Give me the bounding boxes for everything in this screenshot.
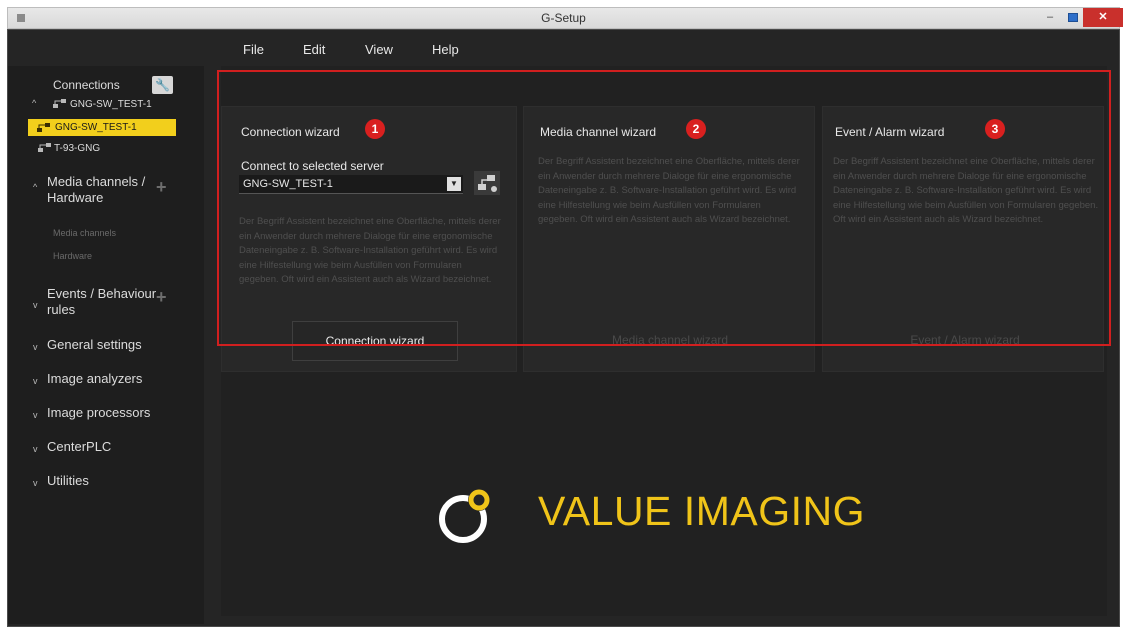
wizard-description: Der Begriff Assistent bezeichnet eine Ob… bbox=[239, 216, 501, 285]
collapse-chevron-icon[interactable]: ^ bbox=[32, 98, 36, 108]
connections-heading: Connections bbox=[53, 78, 120, 92]
menu-view[interactable]: View bbox=[365, 42, 393, 57]
panel-title: Connection wizard bbox=[241, 125, 340, 139]
menu-help[interactable]: Help bbox=[432, 42, 459, 57]
server-item-selected[interactable]: GNG-SW_TEST-1 bbox=[28, 119, 176, 136]
step-badge: 3 bbox=[985, 119, 1005, 139]
server-icon bbox=[37, 123, 50, 132]
menu-bar: File Edit View Help bbox=[8, 34, 1119, 62]
wizard-description: Der Begriff Assistent bezeichnet eine Ob… bbox=[833, 156, 1099, 225]
section-media-channels-line2[interactable]: Hardware bbox=[47, 190, 103, 205]
sidebar: Connections 🔧 ^ GNG-SW_TEST-1 GNG-SW_TES… bbox=[8, 66, 204, 624]
step-badge: 1 bbox=[365, 119, 385, 139]
menu-edit[interactable]: Edit bbox=[303, 42, 325, 57]
window-titlebar: G-Setup ‒ ✕ bbox=[7, 7, 1123, 29]
section-image-processors[interactable]: Image processors bbox=[47, 405, 150, 420]
server-select[interactable]: GNG-SW_TEST-1 ▼ bbox=[239, 175, 463, 194]
expand-chevron-icon[interactable]: v bbox=[33, 444, 38, 454]
wizard-description: Der Begriff Assistent bezeichnet eine Ob… bbox=[538, 156, 800, 225]
wrench-icon: 🔧 bbox=[155, 78, 170, 92]
event-alarm-wizard-panel: Event / Alarm wizard 3 Der Begriff Assis… bbox=[822, 106, 1104, 372]
server-select-value: GNG-SW_TEST-1 bbox=[243, 178, 333, 190]
connect-label: Connect to selected server bbox=[241, 159, 384, 173]
expand-chevron-icon[interactable]: v bbox=[33, 342, 38, 352]
close-button[interactable]: ✕ bbox=[1083, 8, 1123, 27]
media-channel-wizard-button[interactable]: Media channel wizard bbox=[588, 321, 752, 359]
collapse-chevron-icon[interactable]: ^ bbox=[33, 182, 37, 192]
sub-item-media-channels[interactable]: Media channels bbox=[53, 228, 116, 238]
server-item-label[interactable]: T-93-GNG bbox=[54, 143, 100, 154]
sub-item-hardware[interactable]: Hardware bbox=[53, 251, 92, 261]
window-title: G-Setup bbox=[541, 11, 586, 25]
server-icon bbox=[53, 99, 66, 108]
network-icon[interactable] bbox=[474, 171, 500, 195]
event-alarm-wizard-button[interactable]: Event / Alarm wizard bbox=[883, 321, 1047, 359]
section-events-line1[interactable]: Events / Behaviour bbox=[47, 286, 156, 301]
expand-chevron-icon[interactable]: v bbox=[33, 376, 38, 386]
section-utilities[interactable]: Utilities bbox=[47, 473, 89, 488]
value-imaging-logo-icon bbox=[439, 489, 490, 543]
server-group-label[interactable]: GNG-SW_TEST-1 bbox=[70, 99, 152, 110]
section-media-channels-line1[interactable]: Media channels / bbox=[47, 174, 145, 189]
connection-wizard-button[interactable]: Connection wizard bbox=[292, 321, 458, 361]
panel-title: Event / Alarm wizard bbox=[835, 125, 945, 139]
app-window: File Edit View Help Connections 🔧 ^ GNG-… bbox=[7, 29, 1120, 627]
add-event-rule-icon[interactable]: + bbox=[156, 287, 167, 308]
connection-settings-button[interactable]: 🔧 bbox=[152, 76, 173, 94]
expand-chevron-icon[interactable]: v bbox=[33, 478, 38, 488]
section-events-line2[interactable]: rules bbox=[47, 302, 75, 317]
expand-chevron-icon[interactable]: v bbox=[33, 300, 38, 310]
server-item-label: GNG-SW_TEST-1 bbox=[55, 122, 137, 133]
panel-title: Media channel wizard bbox=[540, 125, 657, 139]
server-icon bbox=[38, 143, 51, 152]
minimize-button[interactable]: ‒ bbox=[1042, 8, 1058, 27]
section-image-analyzers[interactable]: Image analyzers bbox=[47, 371, 142, 386]
section-centerplc[interactable]: CenterPLC bbox=[47, 439, 111, 454]
connection-wizard-panel: Connection wizard 1 Connect to selected … bbox=[221, 106, 517, 372]
media-channel-wizard-panel: Media channel wizard 2 Der Begriff Assis… bbox=[523, 106, 815, 372]
expand-chevron-icon[interactable]: v bbox=[33, 410, 38, 420]
menu-file[interactable]: File bbox=[243, 42, 264, 57]
close-icon: ✕ bbox=[1098, 11, 1108, 23]
step-badge: 2 bbox=[686, 119, 706, 139]
maximize-icon bbox=[1068, 13, 1078, 22]
section-general-settings[interactable]: General settings bbox=[47, 337, 142, 352]
logo-text: VALUE IMAGING bbox=[538, 488, 865, 534]
chevron-down-icon: ▼ bbox=[447, 177, 461, 191]
add-media-channel-icon[interactable]: + bbox=[156, 177, 167, 198]
maximize-button[interactable] bbox=[1064, 8, 1082, 27]
